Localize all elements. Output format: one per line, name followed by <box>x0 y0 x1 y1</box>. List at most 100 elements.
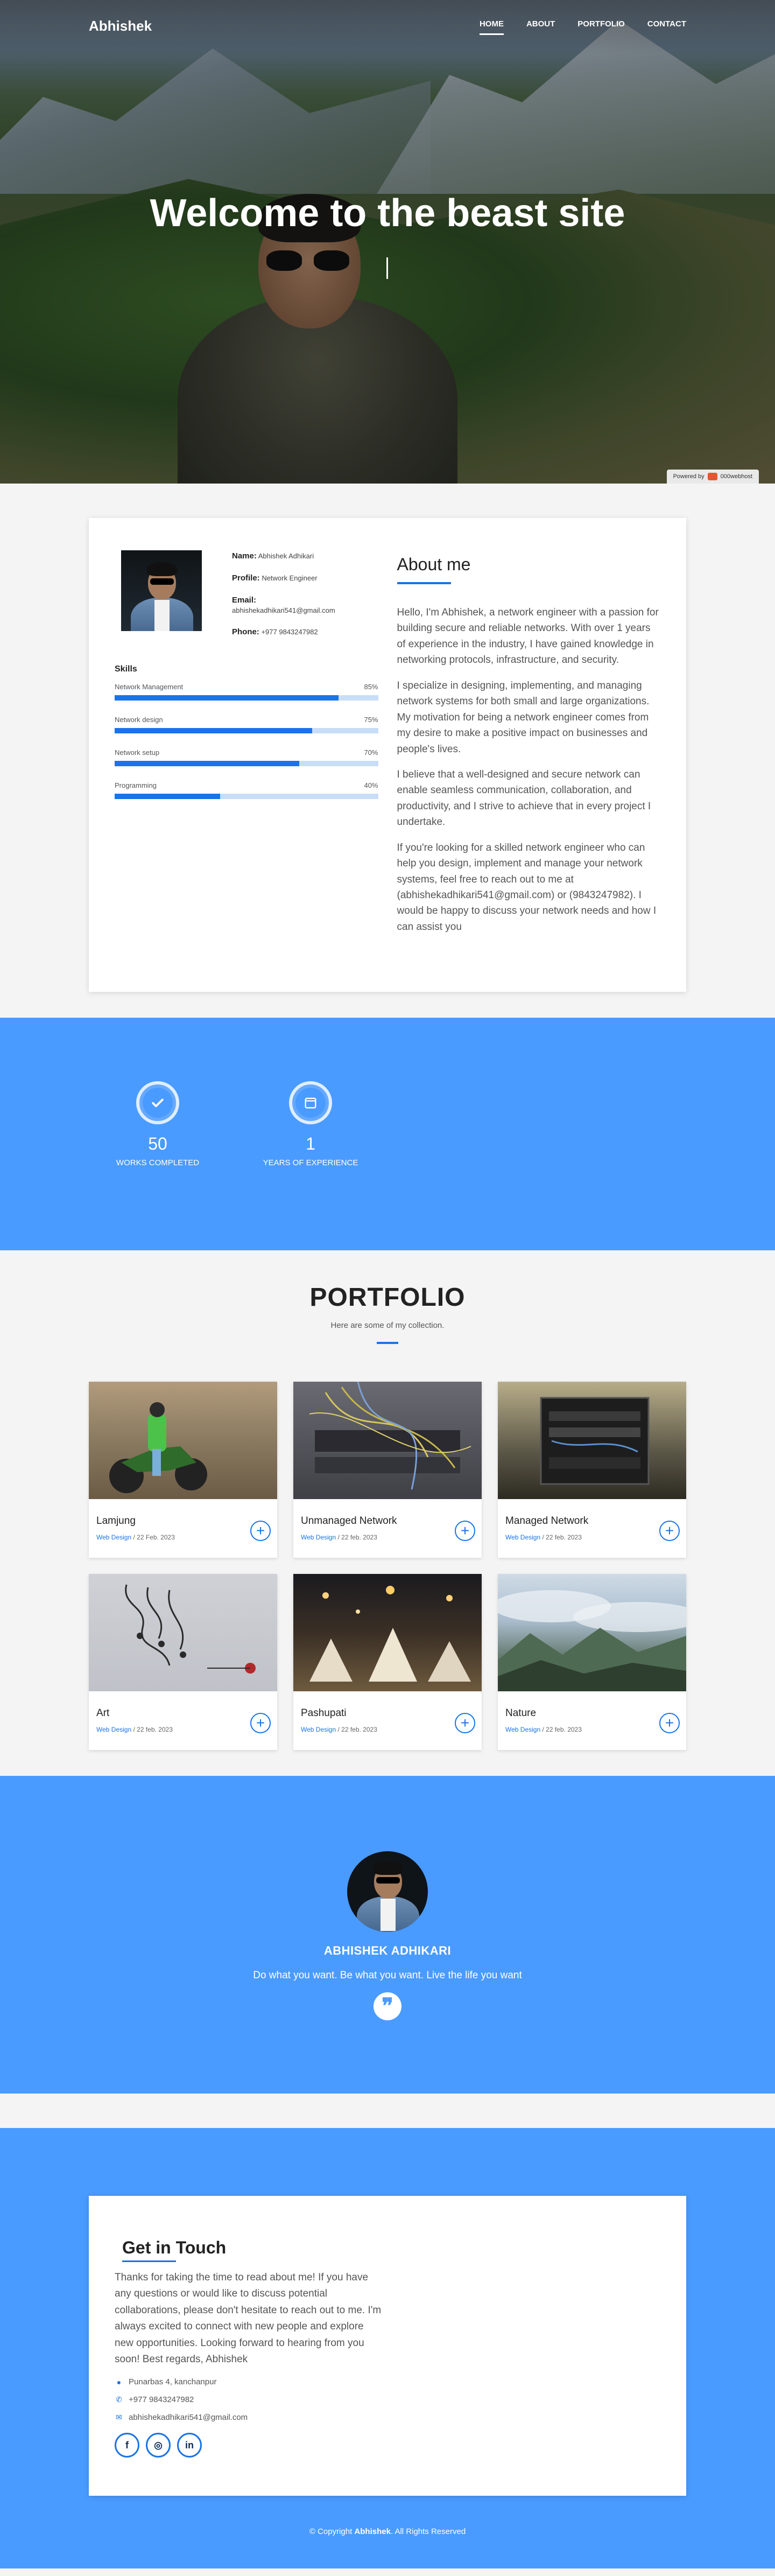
portfolio-thumbnail[interactable] <box>293 1574 482 1691</box>
portfolio-card[interactable]: Unmanaged Network Web Design / 22 feb. 2… <box>293 1382 482 1558</box>
nav-home[interactable]: HOME <box>479 19 504 35</box>
testimonial-text: Do what you want. Be what you want. Live… <box>253 1970 522 1981</box>
hero-title: Welcome to the beast site <box>150 192 625 235</box>
skill-item: Programming 40% <box>115 781 378 800</box>
powered-by-badge[interactable]: Powered by 000webhost <box>666 470 759 484</box>
portfolio-card[interactable]: Nature Web Design / 22 feb. 2023 + <box>498 1574 686 1750</box>
about-right-column: About me Hello, I'm Abhishek, a network … <box>397 550 661 949</box>
portfolio-underline <box>377 1342 398 1344</box>
brand-logo[interactable]: Abhishek <box>89 18 152 34</box>
portfolio-thumbnail[interactable] <box>498 1382 686 1499</box>
portfolio-name: Pashupati <box>301 1707 347 1719</box>
skill-bar-fill <box>115 728 313 734</box>
powered-by-label: Powered by <box>673 473 704 480</box>
about-left-column: Name: Abhishek Adhikari Profile: Network… <box>115 550 378 949</box>
portfolio-section: PORTFOLIO Here are some of my collection… <box>0 1250 775 1776</box>
profile-info: Name: Abhishek Adhikari Profile: Network… <box>232 550 335 648</box>
email-value: abhishekadhikari541@gmail.com <box>232 606 335 614</box>
profile-label: Profile: <box>232 573 260 583</box>
contact-list: ● Punarbas 4, kanchanpur ✆ +977 9843247982… <box>115 2377 660 2422</box>
skill-percent: 70% <box>364 748 378 757</box>
about-section: Name: Abhishek Adhikari Profile: Network… <box>0 484 775 1018</box>
portfolio-category[interactable]: Web Design <box>301 1726 336 1733</box>
plus-circle-icon[interactable]: + <box>250 1713 271 1733</box>
portfolio-grid: Lamjung Web Design / 22 Feb. 2023 + Unma… <box>89 1382 686 1750</box>
testimonial-name: ABHISHEK ADHIKARI <box>323 1944 452 1957</box>
portfolio-card[interactable]: Managed Network Web Design / 22 feb. 202… <box>498 1382 686 1558</box>
portfolio-thumbnail[interactable] <box>293 1382 482 1499</box>
portfolio-date: / 22 feb. 2023 <box>337 1726 377 1733</box>
portfolio-card[interactable]: Pashupati Web Design / 22 feb. 2023 + <box>293 1574 482 1750</box>
quote-icon: ❞ <box>374 1992 401 2020</box>
skill-item: Network design 75% <box>115 716 378 734</box>
portfolio-thumbnail[interactable] <box>89 1574 277 1691</box>
portfolio-title: PORTFOLIO <box>309 1283 466 1312</box>
portfolio-category[interactable]: Web Design <box>505 1726 540 1733</box>
portfolio-subtitle: Here are some of my collection. <box>330 1321 445 1330</box>
skill-bar-fill <box>115 794 220 800</box>
profile-row: Name: Abhishek Adhikari Profile: Network… <box>115 550 378 648</box>
skill-bar-fill <box>115 695 339 701</box>
typing-caret <box>386 257 388 279</box>
portfolio-subline: Web Design / 22 Feb. 2023 <box>96 1534 270 1541</box>
skill-name: Network Management <box>115 683 184 691</box>
skill-bar <box>115 695 378 701</box>
count-number: 50 <box>148 1134 167 1153</box>
portfolio-name: Managed Network <box>505 1515 589 1527</box>
about-paragraph: I believe that a well-designed and secur… <box>397 768 651 828</box>
portfolio-date: / 22 Feb. 2023 <box>133 1534 175 1541</box>
profile-name-row: Name: Abhishek Adhikari <box>232 550 335 562</box>
nav-contact[interactable]: CONTACT <box>647 19 686 33</box>
portfolio-subline: Web Design / 22 feb. 2023 <box>301 1534 474 1541</box>
skill-percent: 85% <box>364 683 378 691</box>
linkedin-icon[interactable]: in <box>177 2433 202 2458</box>
portfolio-meta: Lamjung Web Design / 22 Feb. 2023 + <box>89 1499 277 1541</box>
plus-circle-icon[interactable]: + <box>455 1521 475 1541</box>
contact-phone[interactable]: +977 9843247982 <box>129 2395 194 2404</box>
portfolio-category[interactable]: Web Design <box>96 1726 131 1733</box>
profile-email-row: Email: abhishekadhikari541@gmail.com <box>232 594 335 615</box>
nav-about[interactable]: ABOUT <box>526 19 555 33</box>
nav-portfolio[interactable]: PORTFOLIO <box>577 19 625 33</box>
about-paragraph: If you're looking for a skilled network … <box>397 842 657 933</box>
skill-item: Network setup 70% <box>115 748 378 767</box>
portfolio-category[interactable]: Web Design <box>96 1534 131 1541</box>
skill-name: Programming <box>115 781 157 790</box>
portfolio-meta: Managed Network Web Design / 22 feb. 202… <box>498 1499 686 1541</box>
instagram-icon[interactable]: ◎ <box>146 2433 171 2458</box>
plus-circle-icon[interactable]: + <box>250 1521 271 1541</box>
portfolio-category[interactable]: Web Design <box>301 1534 336 1541</box>
count-experience: 1 YEARS OF EXPERIENCE <box>251 1081 370 1167</box>
portfolio-card[interactable]: Lamjung Web Design / 22 Feb. 2023 + <box>89 1382 277 1558</box>
skill-bar-fill <box>115 761 299 767</box>
section-gap <box>0 2094 775 2128</box>
portfolio-name: Unmanaged Network <box>301 1515 397 1527</box>
name-label: Name: <box>232 551 257 561</box>
facebook-icon[interactable]: f <box>115 2433 139 2458</box>
contact-section: Get in Touch Thanks for taking the time … <box>0 2128 775 2568</box>
plus-circle-icon[interactable]: + <box>455 1713 475 1733</box>
skill-percent: 75% <box>364 716 378 724</box>
portfolio-category[interactable]: Web Design <box>505 1534 540 1541</box>
email-label: Email: <box>232 596 257 605</box>
portfolio-date: / 22 feb. 2023 <box>337 1534 377 1541</box>
portfolio-subline: Web Design / 22 feb. 2023 <box>505 1534 679 1541</box>
map-pin-icon: ● <box>116 2377 122 2386</box>
portfolio-meta: Unmanaged Network Web Design / 22 feb. 2… <box>293 1499 482 1541</box>
about-paragraph: Hello, I'm Abhishek, a network engineer … <box>397 607 659 666</box>
plus-circle-icon[interactable]: + <box>659 1713 680 1733</box>
portfolio-thumbnail[interactable] <box>89 1382 277 1499</box>
contact-email[interactable]: abhishekadhikari541@gmail.com <box>129 2413 248 2422</box>
portfolio-card[interactable]: Art Web Design / 22 feb. 2023 + <box>89 1574 277 1750</box>
portfolio-thumbnail[interactable] <box>498 1574 686 1691</box>
skill-bar <box>115 728 378 734</box>
name-value: Abhishek Adhikari <box>258 552 314 560</box>
phone-icon: ✆ <box>116 2395 122 2404</box>
portfolio-subline: Web Design / 22 feb. 2023 <box>96 1726 270 1733</box>
portfolio-subline: Web Design / 22 feb. 2023 <box>505 1726 679 1733</box>
title-underline <box>397 582 451 584</box>
footer-name: Abhishek <box>354 2527 391 2536</box>
plus-circle-icon[interactable]: + <box>659 1521 680 1541</box>
skill-item: Network Management 85% <box>115 683 378 701</box>
contact-email-row: ✉ abhishekadhikari541@gmail.com <box>115 2413 660 2422</box>
